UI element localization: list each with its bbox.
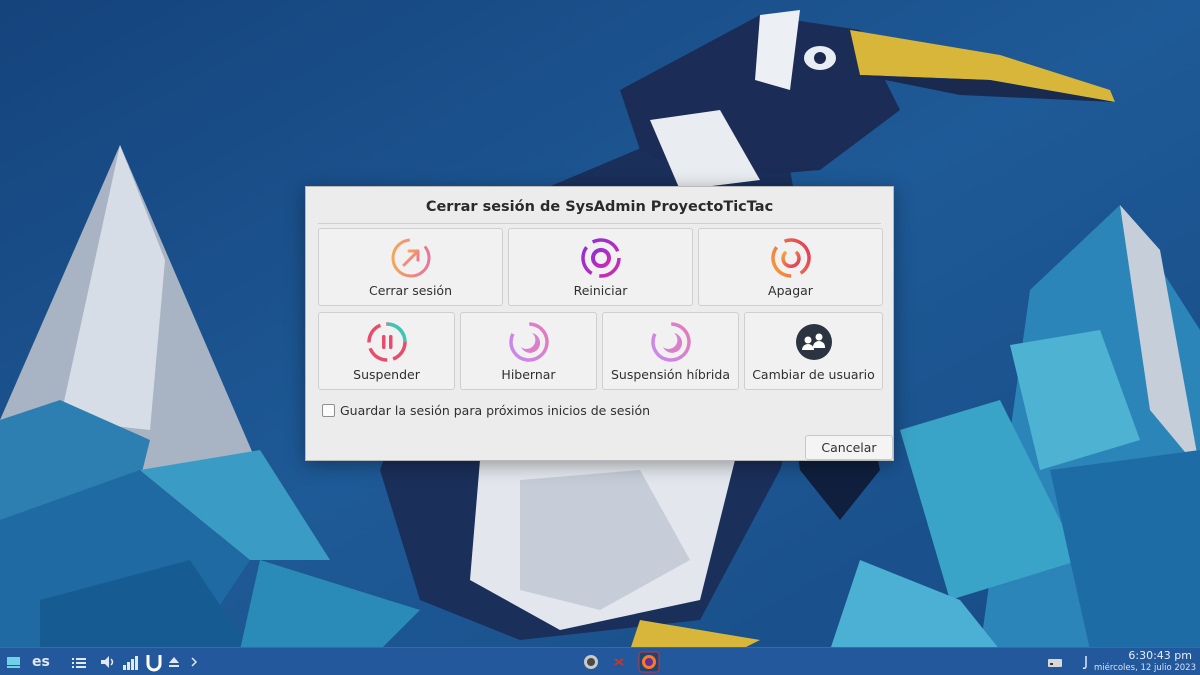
switch-user-button[interactable]: Cambiar de usuario	[744, 312, 883, 390]
restart-icon	[580, 238, 621, 278]
clipboard-manager-icon[interactable]	[145, 651, 163, 673]
logout-button[interactable]: Cerrar sesión	[318, 228, 503, 306]
keyboard-layout-indicator[interactable]: es	[32, 651, 50, 673]
shutdown-label: Apagar	[768, 283, 813, 298]
restart-label: Reiniciar	[573, 283, 628, 298]
notification-icon[interactable]	[1080, 651, 1090, 673]
hibernate-label: Hibernar	[501, 367, 556, 382]
hybrid-suspend-label: Suspensión híbrida	[611, 367, 730, 382]
shutdown-button[interactable]: Apagar	[698, 228, 883, 306]
list-icon[interactable]	[72, 651, 86, 673]
suspend-button[interactable]: Suspender	[318, 312, 455, 390]
app-menu-icon[interactable]	[6, 651, 22, 673]
chevron-right-icon[interactable]	[189, 651, 199, 673]
moon-icon	[650, 322, 691, 362]
power-icon	[770, 238, 811, 278]
eject-icon[interactable]	[168, 651, 180, 673]
suspend-icon	[366, 322, 407, 362]
save-session-option[interactable]: Guardar la sesión para próximos inicios …	[322, 403, 650, 418]
save-session-checkbox[interactable]	[322, 404, 335, 417]
volume-icon[interactable]	[100, 651, 116, 673]
title-separator	[318, 223, 881, 224]
hybrid-suspend-button[interactable]: Suspensión híbrida	[602, 312, 739, 390]
clock-time[interactable]: 6:30:43 pm	[1128, 649, 1192, 662]
logout-icon	[391, 238, 430, 278]
logout-label: Cerrar sesión	[368, 283, 452, 298]
apps-icon[interactable]	[612, 651, 626, 673]
drive-icon[interactable]	[1046, 651, 1064, 673]
moon-icon	[508, 322, 549, 362]
logout-dialog: Cerrar sesión de SysAdmin ProyectoTicTac…	[305, 186, 894, 461]
network-signal-icon[interactable]	[122, 651, 140, 673]
switch-user-label: Cambiar de usuario	[752, 367, 875, 382]
dialog-title: Cerrar sesión de SysAdmin ProyectoTicTac	[425, 199, 774, 215]
suspend-label: Suspender	[353, 367, 420, 382]
firefox-icon[interactable]	[638, 651, 660, 673]
clock-date: miércoles, 12 julio 2023	[1094, 663, 1196, 673]
switch-user-icon	[795, 324, 832, 360]
browser-icon[interactable]	[582, 651, 600, 673]
restart-button[interactable]: Reiniciar	[508, 228, 693, 306]
taskbar: es 6:30:43 pm miércoles, 12 julio 2023	[0, 647, 1200, 675]
save-session-label: Guardar la sesión para próximos inicios …	[340, 403, 651, 418]
cancel-button[interactable]: Cancelar	[805, 435, 893, 460]
hibernate-button[interactable]: Hibernar	[460, 312, 597, 390]
